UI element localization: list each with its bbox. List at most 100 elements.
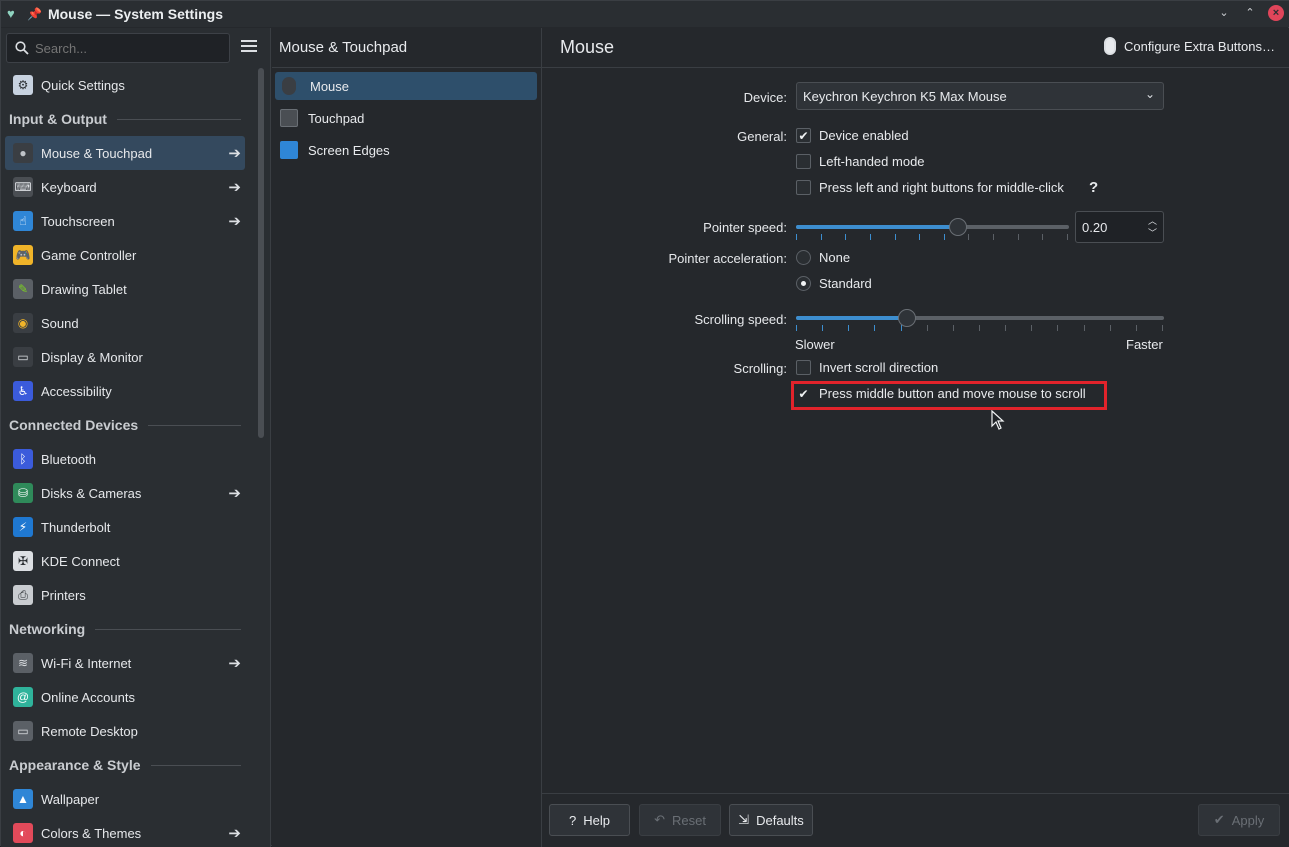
accessibility-icon: ♿ [13, 381, 33, 401]
sidebar-item-colors-and-themes[interactable]: ◐ Colors & Themes ➔ [5, 816, 245, 847]
close-icon[interactable]: × [1268, 5, 1284, 21]
sidebar-section-header: Appearance & Style [1, 748, 241, 782]
checkbox-box [796, 360, 811, 375]
device-dropdown[interactable]: Keychron Keychron K5 Max Mouse ⌄ [796, 82, 1164, 110]
sidebar-item-online-accounts[interactable]: @ Online Accounts [5, 680, 245, 714]
sidebar-item-label: Wi-Fi & Internet [41, 655, 132, 671]
sidebar-item-mouse-and-touchpad[interactable]: ● Mouse & Touchpad ➔ [5, 136, 245, 170]
chevron-down-icon: ⌄ [1144, 87, 1155, 101]
sidebar-item-bluetooth[interactable]: ᛒ Bluetooth [5, 442, 245, 476]
section-header-label: Input & Output [9, 111, 107, 127]
left-handed-checkbox[interactable]: Left-handed mode [796, 154, 925, 169]
game-controller-icon: 🎮 [13, 245, 33, 265]
sidebar-item-disks-and-cameras[interactable]: ⛁ Disks & Cameras ➔ [5, 476, 245, 510]
maximize-icon[interactable]: ⌃ [1242, 5, 1258, 21]
arrow-right-icon: ➔ [228, 825, 241, 842]
screen-edges-icon [280, 141, 298, 159]
sidebar-item-label: Online Accounts [41, 689, 135, 705]
wallpaper-icon: ▲ [13, 789, 33, 809]
sidebar-item-label: Mouse & Touchpad [41, 145, 153, 161]
sidebar-item-label: Display & Monitor [41, 349, 143, 365]
bluetooth-icon: ᛒ [13, 449, 33, 469]
touchscreen-icon: ☝ [13, 211, 33, 231]
checkmark-icon: ✔ [798, 386, 809, 401]
defaults-button[interactable]: ⇲ Defaults [729, 804, 813, 836]
sidebar-item-label: Disks & Cameras [41, 485, 142, 501]
sidebar-item-label: Remote Desktop [41, 723, 138, 739]
configure-extra-buttons-button[interactable]: Configure Extra Buttons… [1103, 37, 1275, 55]
checkmark-icon: ✔ [1213, 812, 1225, 827]
sidebar-item-wallpaper[interactable]: ▲ Wallpaper [5, 782, 245, 816]
mouse-settings-page: Mouse Configure Extra Buttons… Device: K… [542, 28, 1289, 847]
arrow-right-icon: ➔ [228, 655, 241, 672]
scrolling-label: Scrolling: [733, 361, 787, 376]
sidebar-item-label: Colors & Themes [41, 825, 142, 841]
checkbox-box [796, 180, 811, 195]
arrow-right-icon: ➔ [228, 179, 241, 196]
device-label: Device: [743, 90, 787, 105]
slider-handle[interactable] [898, 309, 916, 327]
slider-handle[interactable] [949, 218, 967, 236]
sidebar-item-label: Game Controller [41, 247, 137, 263]
sidebar-item-kde-connect[interactable]: ✠ KDE Connect [5, 544, 245, 578]
invert-scroll-checkbox[interactable]: Invert scroll direction [796, 360, 938, 375]
pin-icon[interactable]: 📌 [27, 7, 42, 21]
apply-button[interactable]: ✔ Apply [1198, 804, 1280, 836]
sidebar-item-touchscreen[interactable]: ☝ Touchscreen ➔ [5, 204, 245, 238]
sidebar-section-header: Networking [1, 612, 241, 646]
sidebar-item-quick-settings[interactable]: ⚙ Quick Settings [5, 68, 245, 102]
sidebar-item-accessibility[interactable]: ♿ Accessibility [5, 374, 245, 408]
accel-none-radio[interactable]: None [796, 250, 850, 265]
accel-standard-radio[interactable]: Standard [796, 276, 872, 291]
mouse-and-touchpad-icon: ● [13, 143, 33, 163]
sidebar-item-thunderbolt[interactable]: ⚡ Thunderbolt [5, 510, 245, 544]
hamburger-menu-icon[interactable] [241, 40, 257, 54]
subpage-mouse[interactable]: Mouse [275, 72, 537, 100]
middle-click-checkbox[interactable]: Press left and right buttons for middle-… [796, 180, 1064, 195]
remote-desktop-icon: ▭ [13, 721, 33, 741]
middle-button-scroll-checkbox[interactable]: ✔ Press middle button and move mouse to s… [796, 386, 1085, 401]
system-settings-window: ♥ 📌 Mouse — System Settings ⌄ ⌃ × ⚙ Quic… [0, 0, 1289, 847]
sidebar-item-printers[interactable]: ⎙ Printers [5, 578, 245, 612]
touchpad-icon [280, 109, 298, 127]
slower-label: Slower [795, 337, 835, 352]
display-and-monitor-icon: ▭ [13, 347, 33, 367]
sidebar-item-drawing-tablet[interactable]: ✎ Drawing Tablet [5, 272, 245, 306]
help-question-icon[interactable]: ? [1089, 179, 1098, 196]
sidebar-item-wi-fi-and-internet[interactable]: ≋ Wi-Fi & Internet ➔ [5, 646, 245, 680]
mouse-icon [1103, 37, 1116, 55]
sidebar-item-label: Thunderbolt [41, 519, 111, 535]
search-input[interactable] [35, 40, 215, 56]
search-box[interactable] [6, 33, 230, 63]
mouse-cursor-icon [991, 410, 1005, 430]
pointer-speed-spinbox[interactable]: 0.20 ︿ ﹀ [1075, 211, 1164, 243]
category-title: Mouse & Touchpad [272, 28, 541, 68]
sidebar-item-sound[interactable]: ◉ Sound [5, 306, 245, 340]
title-bar: ♥ 📌 Mouse — System Settings ⌄ ⌃ × [1, 1, 1289, 27]
radio-circle [796, 276, 811, 291]
subpage-screen-edges[interactable]: Screen Edges [275, 136, 537, 164]
scrolling-speed-slider[interactable] [796, 309, 1164, 331]
minimize-icon[interactable]: ⌄ [1216, 5, 1232, 21]
help-button[interactable]: ? Help [549, 804, 630, 836]
spin-arrows-icon[interactable]: ︿ ﹀ [1148, 215, 1157, 239]
pointer-acceleration-label: Pointer acceleration: [668, 251, 787, 266]
pointer-speed-label: Pointer speed: [703, 220, 787, 235]
sidebar-item-remote-desktop[interactable]: ▭ Remote Desktop [5, 714, 245, 748]
pointer-speed-slider[interactable] [796, 218, 1069, 240]
reset-button[interactable]: ↶ Reset [639, 804, 721, 836]
drawing-tablet-icon: ✎ [13, 279, 33, 299]
sidebar-item-label: Keyboard [41, 179, 97, 195]
sidebar-item-label: KDE Connect [41, 553, 120, 569]
device-enabled-checkbox[interactable]: ✔ Device enabled [796, 128, 909, 143]
subpage-touchpad[interactable]: Touchpad [275, 104, 537, 132]
thunderbolt-icon: ⚡ [13, 517, 33, 537]
keyboard-icon: ⌨ [13, 177, 33, 197]
sidebar-item-display-and-monitor[interactable]: ▭ Display & Monitor [5, 340, 245, 374]
sidebar-item-keyboard[interactable]: ⌨ Keyboard ➔ [5, 170, 245, 204]
sidebar-scrollbar[interactable] [258, 68, 264, 438]
quick-settings-icon: ⚙ [13, 75, 33, 95]
sidebar-item-label: Accessibility [41, 383, 112, 399]
sound-icon: ◉ [13, 313, 33, 333]
sidebar-item-game-controller[interactable]: 🎮 Game Controller [5, 238, 245, 272]
